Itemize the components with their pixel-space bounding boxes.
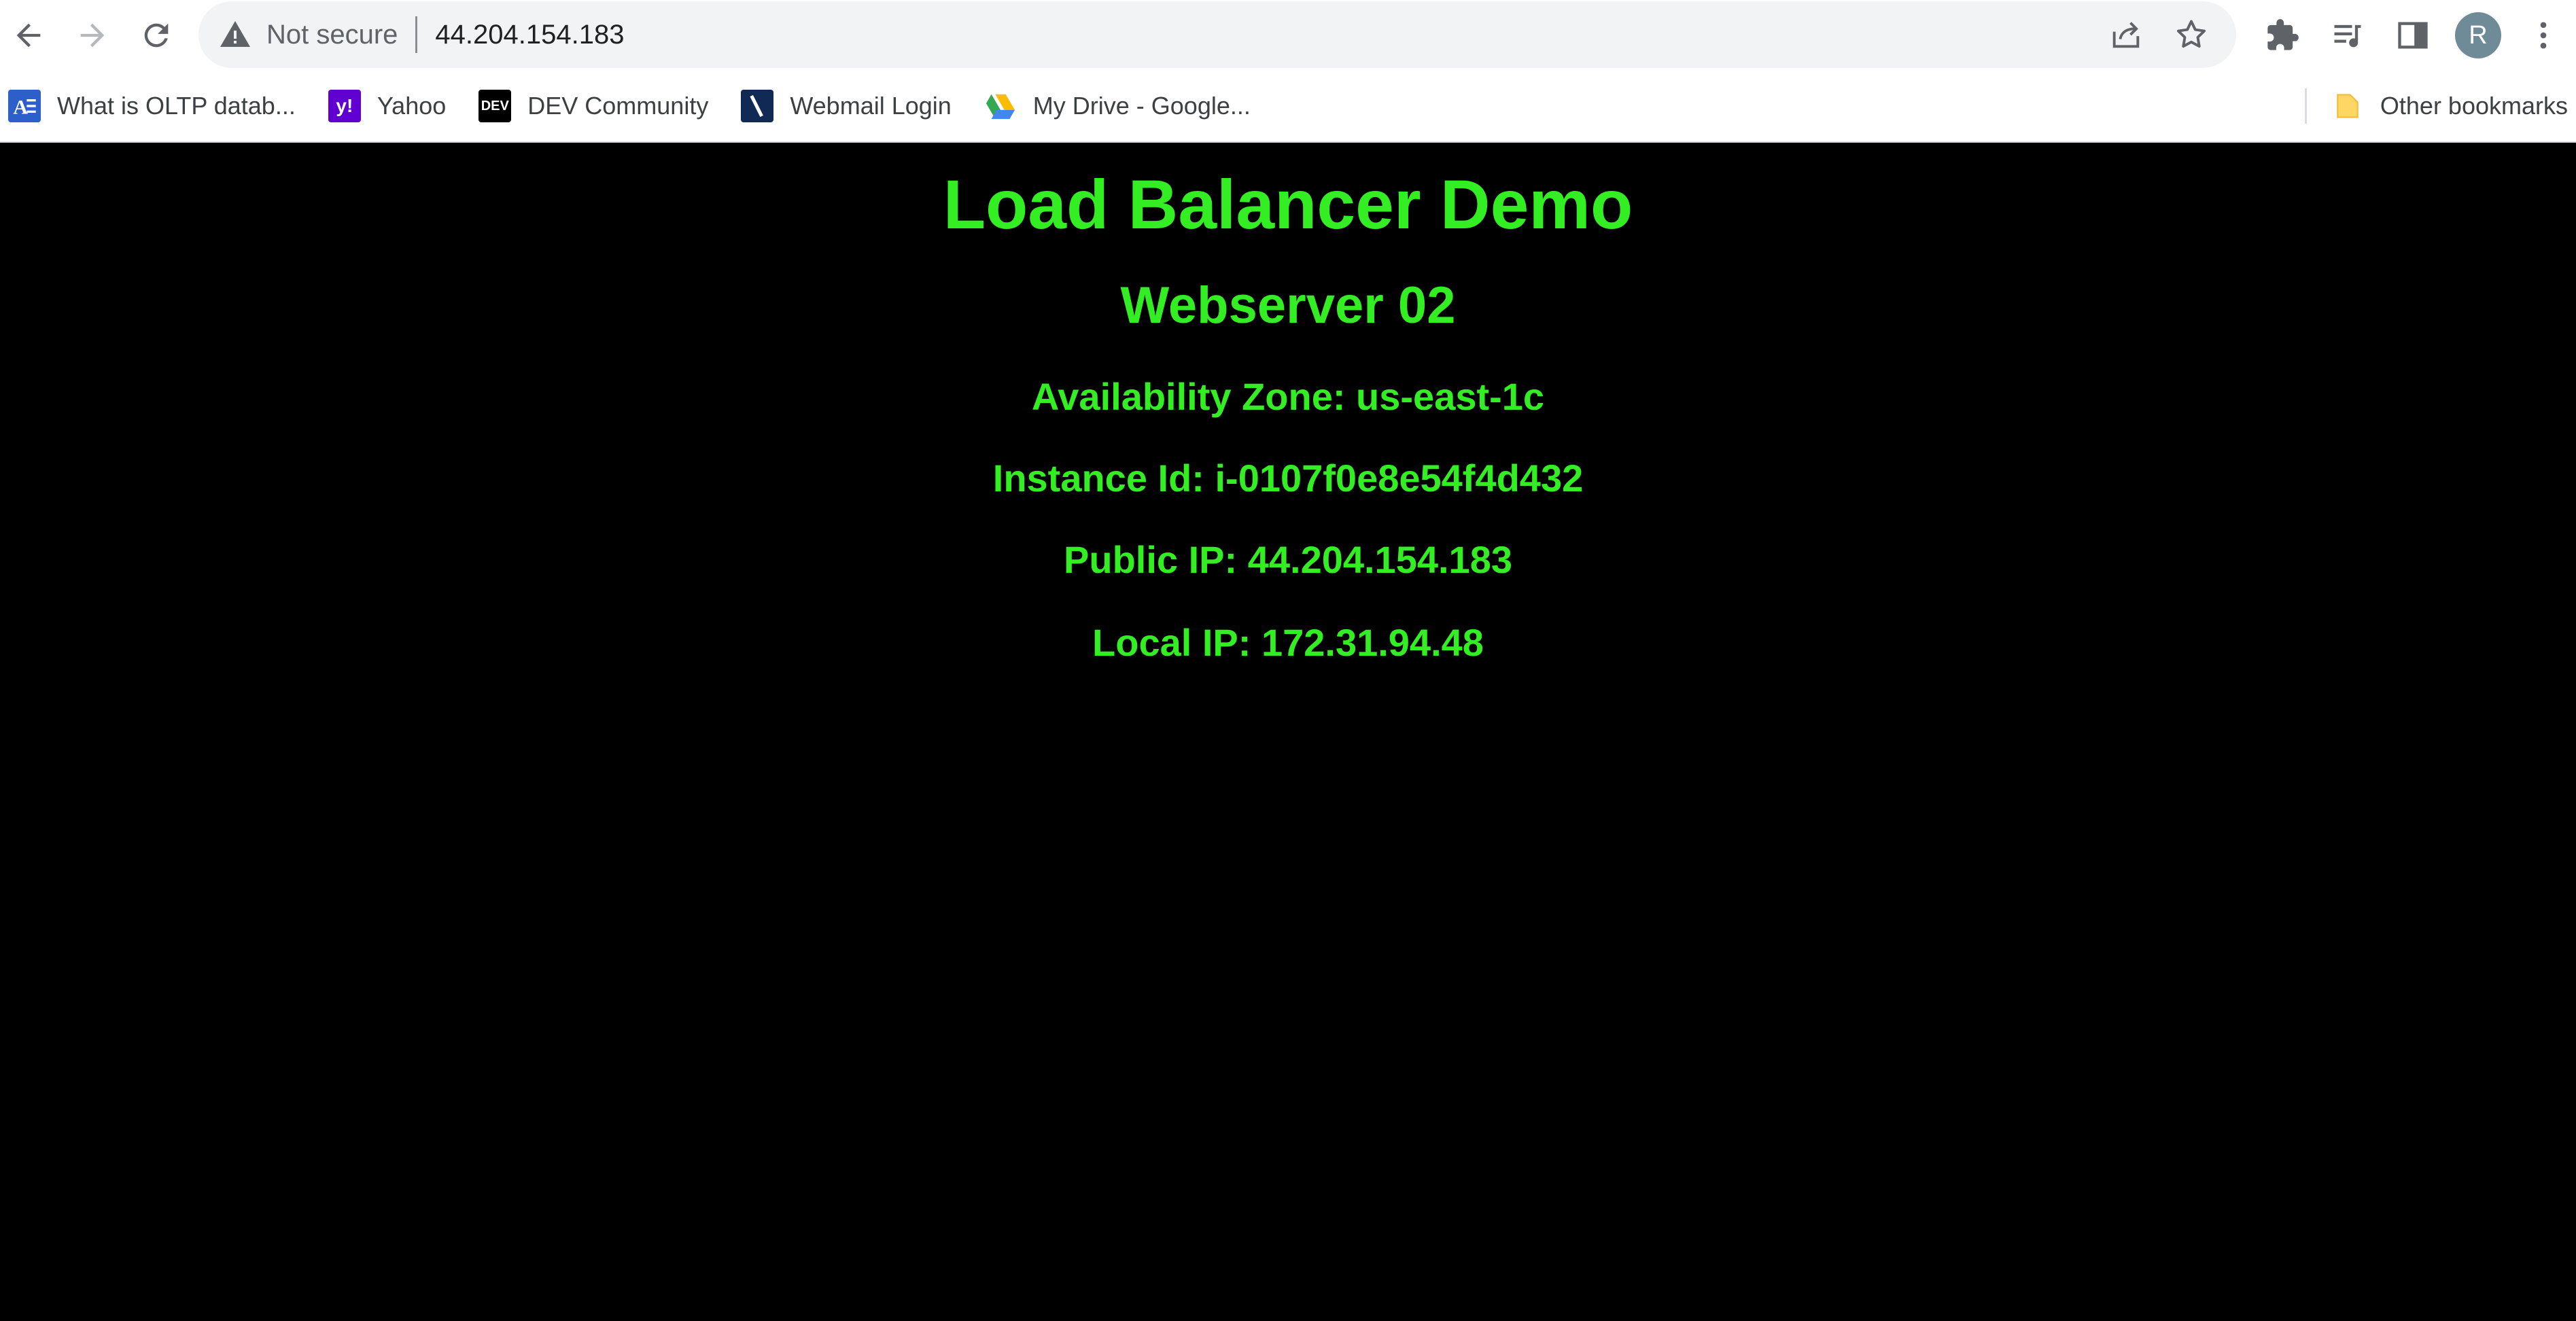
reload-button[interactable] [128,7,185,64]
media-queue-icon [2334,24,2361,48]
bookmark-webmail-login[interactable]: Webmail Login [733,79,959,133]
svg-text:A: A [13,96,28,119]
star-icon [2176,20,2206,48]
other-bookmarks-label: Other bookmarks [2380,92,2568,120]
bookmark-label: What is OLTP datab... [57,92,296,120]
address-bar[interactable]: Not secure 44.204.154.183 [198,1,2236,68]
not-secure-label: Not secure [266,19,398,50]
side-panel-icon [2398,22,2428,49]
bookmark-star-button[interactable] [2159,6,2224,63]
yahoo-favicon-icon: y! [328,90,361,122]
forward-button[interactable] [64,7,121,64]
browser-right-tools: R [2250,0,2576,71]
share-icon [2112,22,2140,48]
bookmark-yahoo[interactable]: y! Yahoo [320,79,454,133]
oltp-favicon-icon: A [8,90,41,122]
folder-icon [2331,90,2364,122]
bookmarks-separator [2304,88,2307,124]
bookmark-label: Webmail Login [790,92,952,120]
omnibox-divider [415,16,418,53]
other-bookmarks[interactable]: Other bookmarks [2323,79,2576,133]
browser-toolbar: Not secure 44.204.154.183 R [0,0,2576,71]
arrow-left-icon [16,23,41,48]
omnibox-actions [2093,1,2224,68]
bookmark-label: DEV Community [527,92,709,120]
page-title: Load Balancer Demo [943,166,1633,243]
puzzle-icon [2267,19,2299,50]
site-security-chip[interactable]: Not secure [219,14,398,55]
public-ip: Public IP: 44.204.154.183 [1064,538,1512,581]
extensions-button[interactable] [2250,7,2315,64]
browser-menu-button[interactable] [2511,7,2576,64]
instance-id: Instance Id: i-0107f0e8e54f4d432 [992,457,1584,499]
server-name: Webserver 02 [1120,277,1456,334]
availability-zone: Availability Zone: us-east-1c [1031,375,1545,418]
back-button[interactable] [0,7,57,64]
url-text[interactable]: 44.204.154.183 [435,20,624,50]
share-button[interactable] [2093,6,2159,63]
page-content: Load Balancer Demo Webserver 02 Availabi… [0,144,2576,1321]
webmail-favicon-icon [741,90,774,122]
more-vertical-icon [2540,22,2547,49]
reload-icon [144,23,169,48]
arrow-right-icon [80,23,105,48]
bookmark-label: Yahoo [377,92,447,120]
bookmarks-bar: A What is OLTP datab... y! Yahoo DEV DEV… [0,71,2576,143]
bookmarks-right: Other bookmarks [2304,71,2576,141]
bookmark-label: My Drive - Google... [1032,92,1251,120]
bookmark-oltp[interactable]: A What is OLTP datab... [0,79,304,133]
dev-favicon-icon: DEV [478,90,512,122]
bookmark-google-drive[interactable]: My Drive - Google... [976,79,1259,133]
profile-avatar[interactable]: R [2455,12,2501,58]
bookmark-dev-community[interactable]: DEV DEV Community [470,79,716,133]
google-drive-favicon-icon [984,90,1017,122]
reading-list-button[interactable] [2315,7,2380,64]
side-panel-button[interactable] [2380,7,2446,64]
local-ip: Local IP: 172.31.94.48 [1092,621,1484,664]
warning-icon [220,21,250,47]
